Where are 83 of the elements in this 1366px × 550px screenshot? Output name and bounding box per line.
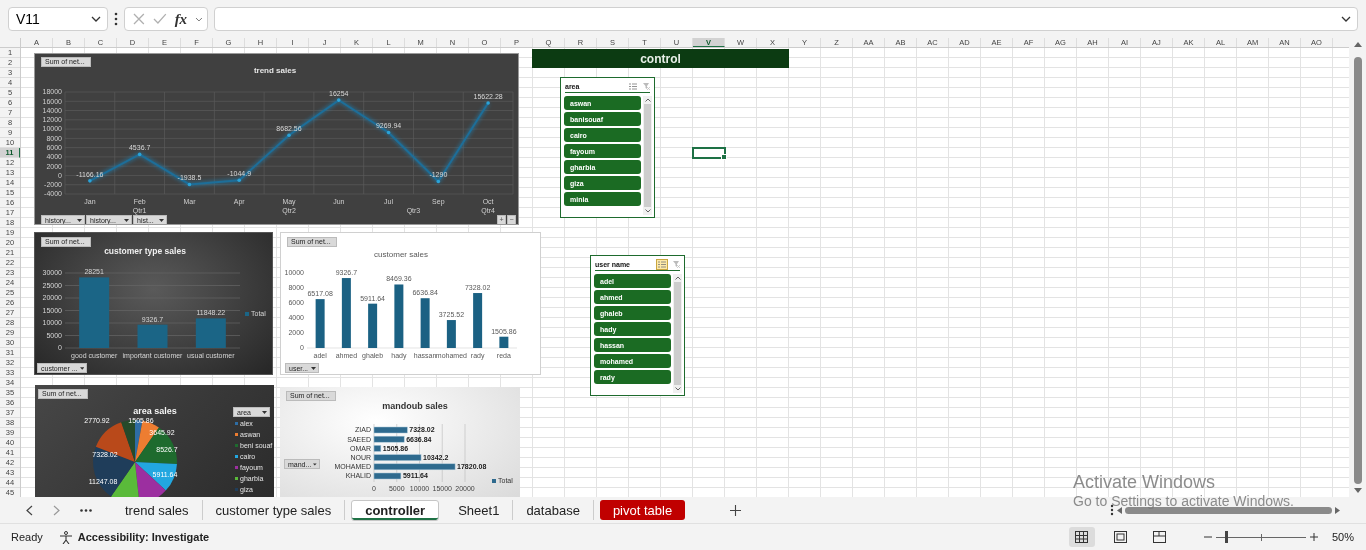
data-point	[88, 179, 92, 183]
dropdown-arrow-icon[interactable]	[77, 218, 82, 222]
legend-swatch	[245, 312, 249, 316]
bar	[373, 454, 422, 461]
accessibility-icon[interactable]	[58, 530, 73, 544]
bar	[499, 336, 509, 348]
chevron-right-icon[interactable]	[53, 504, 60, 516]
data-point	[287, 133, 291, 137]
chart-title: customer sales	[374, 250, 428, 259]
bar	[368, 303, 378, 348]
scroll-down-icon[interactable]	[644, 209, 651, 213]
more-options-icon[interactable]	[1110, 504, 1114, 516]
page-break-icon	[1153, 531, 1167, 543]
chart-title: area sales	[133, 406, 177, 416]
bar	[137, 324, 168, 348]
data-point	[386, 130, 391, 135]
zoom-level[interactable]: 50%	[1331, 531, 1354, 543]
sheet-tab[interactable]: controller	[351, 499, 440, 521]
page-layout-icon	[1114, 531, 1128, 543]
activation-message: Go to Settings to activate Windows.	[1073, 493, 1294, 509]
chart-title: trend sales	[253, 66, 297, 75]
dropdown-arrow-icon[interactable]	[313, 462, 317, 466]
scrollbar[interactable]	[673, 274, 682, 393]
name-box[interactable]: V11	[8, 7, 108, 31]
chart-title: customer type sales	[104, 246, 186, 256]
more-options-icon[interactable]	[114, 12, 118, 26]
scroll-up-icon[interactable]	[1353, 42, 1362, 47]
zoom-out-icon[interactable]	[1203, 533, 1212, 541]
bar	[420, 298, 430, 348]
bar	[394, 284, 404, 348]
dropdown-arrow-icon[interactable]	[311, 366, 316, 370]
data-point	[337, 98, 341, 102]
sheet-tab[interactable]: trend sales	[112, 500, 203, 520]
data-point	[137, 152, 142, 157]
scrollbar[interactable]	[643, 96, 652, 215]
activation-title: Activate Windows	[1073, 472, 1217, 493]
chart-title: mandoub sales	[382, 401, 448, 411]
selected-cell[interactable]	[692, 147, 726, 159]
accessibility-status[interactable]: Accessibility: Investigate	[77, 531, 210, 543]
sheet-tab[interactable]: database	[513, 500, 594, 520]
more-sheets-icon[interactable]	[80, 508, 92, 512]
slider-thumb[interactable]	[1225, 531, 1229, 543]
bar	[446, 320, 456, 348]
zoom-in-icon[interactable]	[1309, 533, 1318, 541]
insert-function-button[interactable]: fx	[174, 10, 188, 28]
data-point	[187, 182, 192, 187]
scroll-right-icon[interactable]	[1335, 506, 1340, 514]
data-point	[486, 101, 490, 105]
section-header: control	[532, 49, 789, 68]
chevron-down-icon[interactable]	[1341, 16, 1351, 22]
sheet-tab[interactable]: Sheet1	[445, 500, 514, 520]
status-text: Ready	[11, 531, 43, 543]
check-icon[interactable]	[152, 13, 167, 25]
bar	[79, 277, 110, 348]
normal-view-icon	[1075, 531, 1089, 543]
scroll-up-icon[interactable]	[674, 276, 681, 280]
data-point	[237, 178, 241, 183]
multi-select-button[interactable]	[628, 81, 638, 91]
checklist-icon	[629, 82, 637, 90]
bar	[341, 278, 351, 348]
checklist-icon	[658, 260, 666, 268]
sheet-tab[interactable]: customer type sales	[202, 500, 346, 520]
multi-select-button[interactable]	[656, 258, 668, 270]
legend-swatch	[492, 479, 496, 483]
view-button[interactable]	[1068, 527, 1095, 547]
add-sheet-icon[interactable]	[730, 504, 742, 516]
bar	[473, 293, 483, 348]
bar	[195, 318, 226, 348]
dropdown-arrow-icon[interactable]	[159, 218, 164, 222]
zoom-slider[interactable]	[1215, 531, 1306, 543]
bar	[373, 445, 382, 452]
scroll-down-icon[interactable]	[674, 387, 681, 391]
scroll-up-icon[interactable]	[644, 98, 651, 102]
dropdown-arrow-icon[interactable]	[262, 410, 267, 414]
sheet-tab[interactable]: pivot table	[599, 500, 686, 520]
data-point	[436, 179, 441, 184]
chevron-down-icon[interactable]	[91, 16, 101, 22]
dropdown-arrow-icon[interactable]	[79, 366, 84, 370]
dropdown-arrow-icon[interactable]	[124, 218, 129, 222]
bar	[315, 299, 325, 348]
scroll-down-icon[interactable]	[1353, 488, 1362, 493]
chevron-left-icon[interactable]	[26, 504, 33, 516]
formula-input[interactable]	[214, 7, 1358, 31]
